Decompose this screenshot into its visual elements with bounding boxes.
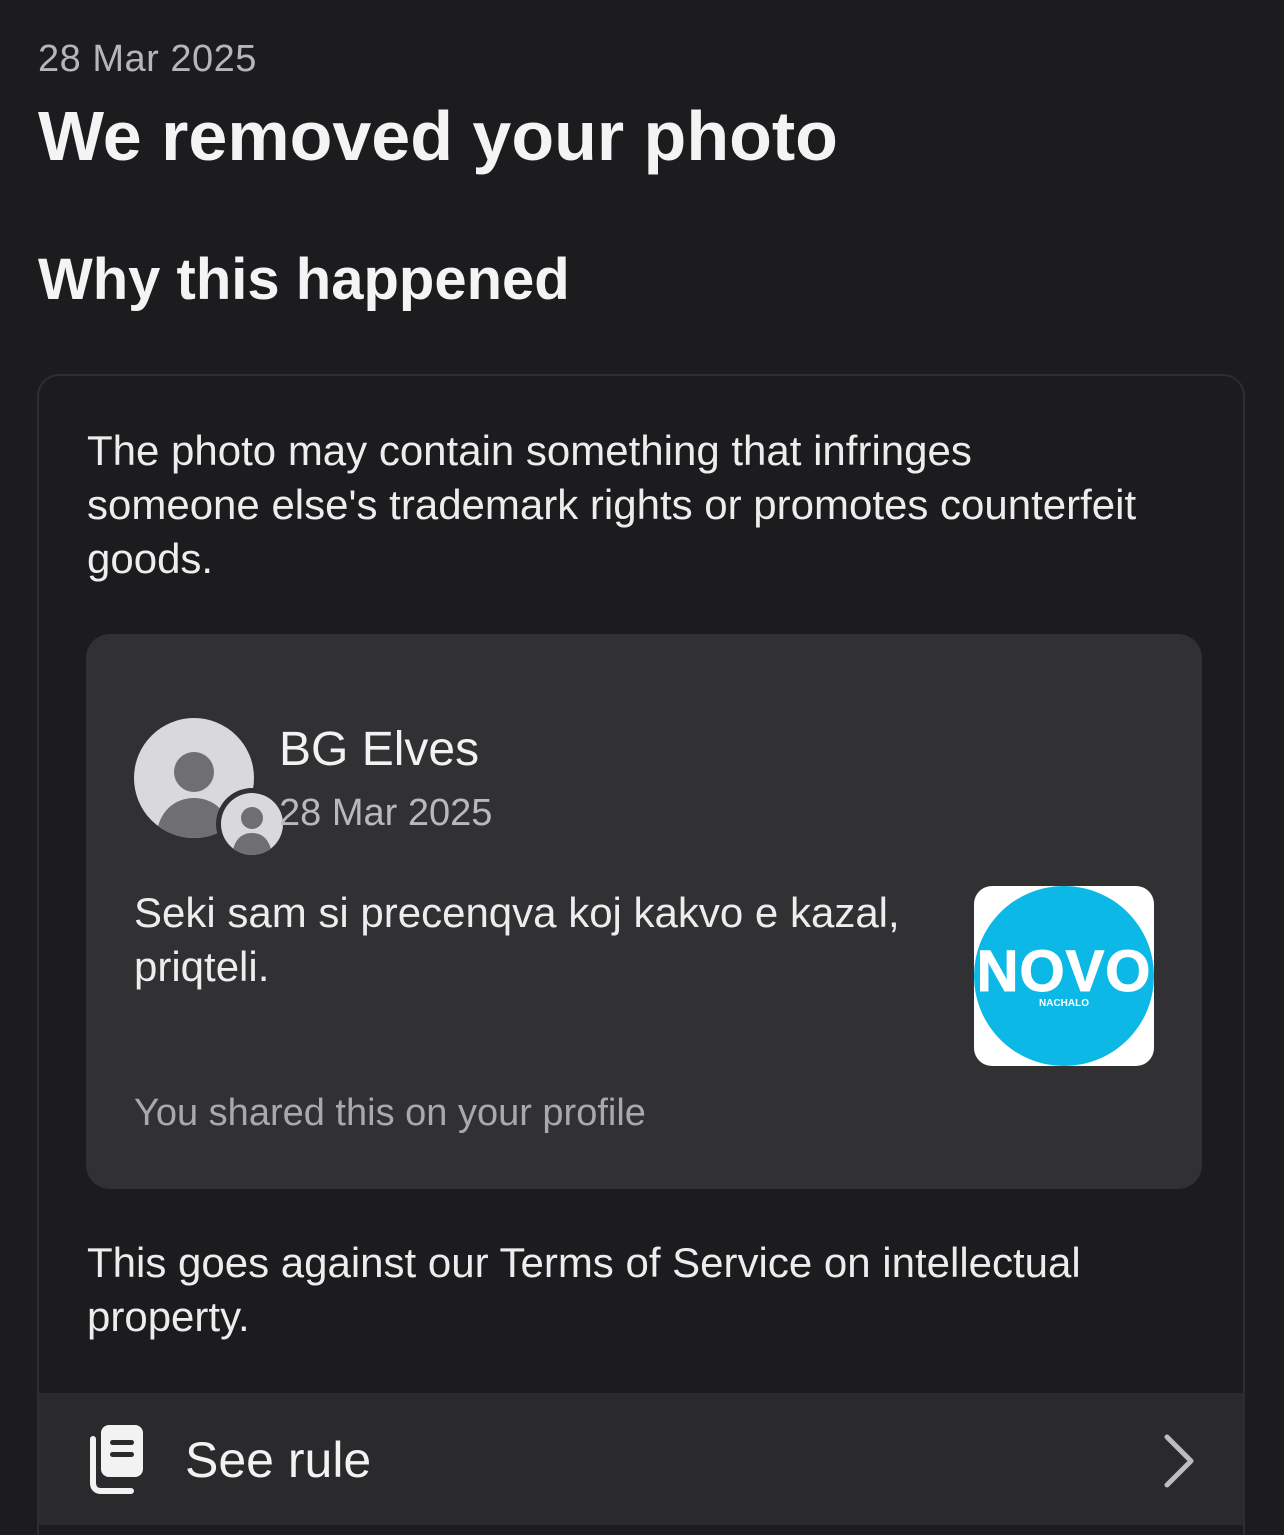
rule-document-icon [90, 1425, 143, 1494]
see-rule-label: See rule [185, 1432, 372, 1488]
chevron-right-icon [1164, 1434, 1194, 1488]
see-rule-button[interactable]: See rule [39, 1393, 1243, 1525]
post-author: BG Elves [279, 723, 480, 776]
notice-date: 28 Mar 2025 [38, 38, 257, 80]
post-text: Seki sam si precenqva koj kakvo e kazal,… [134, 889, 900, 990]
removed-photo-thumbnail[interactable]: NOVO NACHALO [974, 886, 1154, 1066]
removed-post-preview: BG Elves 28 Mar 2025 Seki sam si precenq… [86, 634, 1202, 1189]
logo-subtext: NACHALO [1039, 998, 1089, 1009]
logo-word: NOVO [976, 939, 1152, 1005]
shared-note: You shared this on your profile [134, 1092, 646, 1134]
user-icon [221, 793, 283, 855]
reason-card: The photo may contain something that inf… [37, 374, 1245, 1535]
avatar-badge [216, 788, 288, 860]
post-date: 28 Mar 2025 [279, 792, 493, 834]
reason-text: The photo may contain something that inf… [87, 427, 1137, 582]
page: 28 Mar 2025 We removed your photo Why th… [0, 0, 1284, 1535]
page-title: We removed your photo [38, 97, 838, 175]
section-title: Why this happened [38, 247, 570, 312]
terms-text: This goes against our Terms of Service o… [87, 1239, 1081, 1340]
